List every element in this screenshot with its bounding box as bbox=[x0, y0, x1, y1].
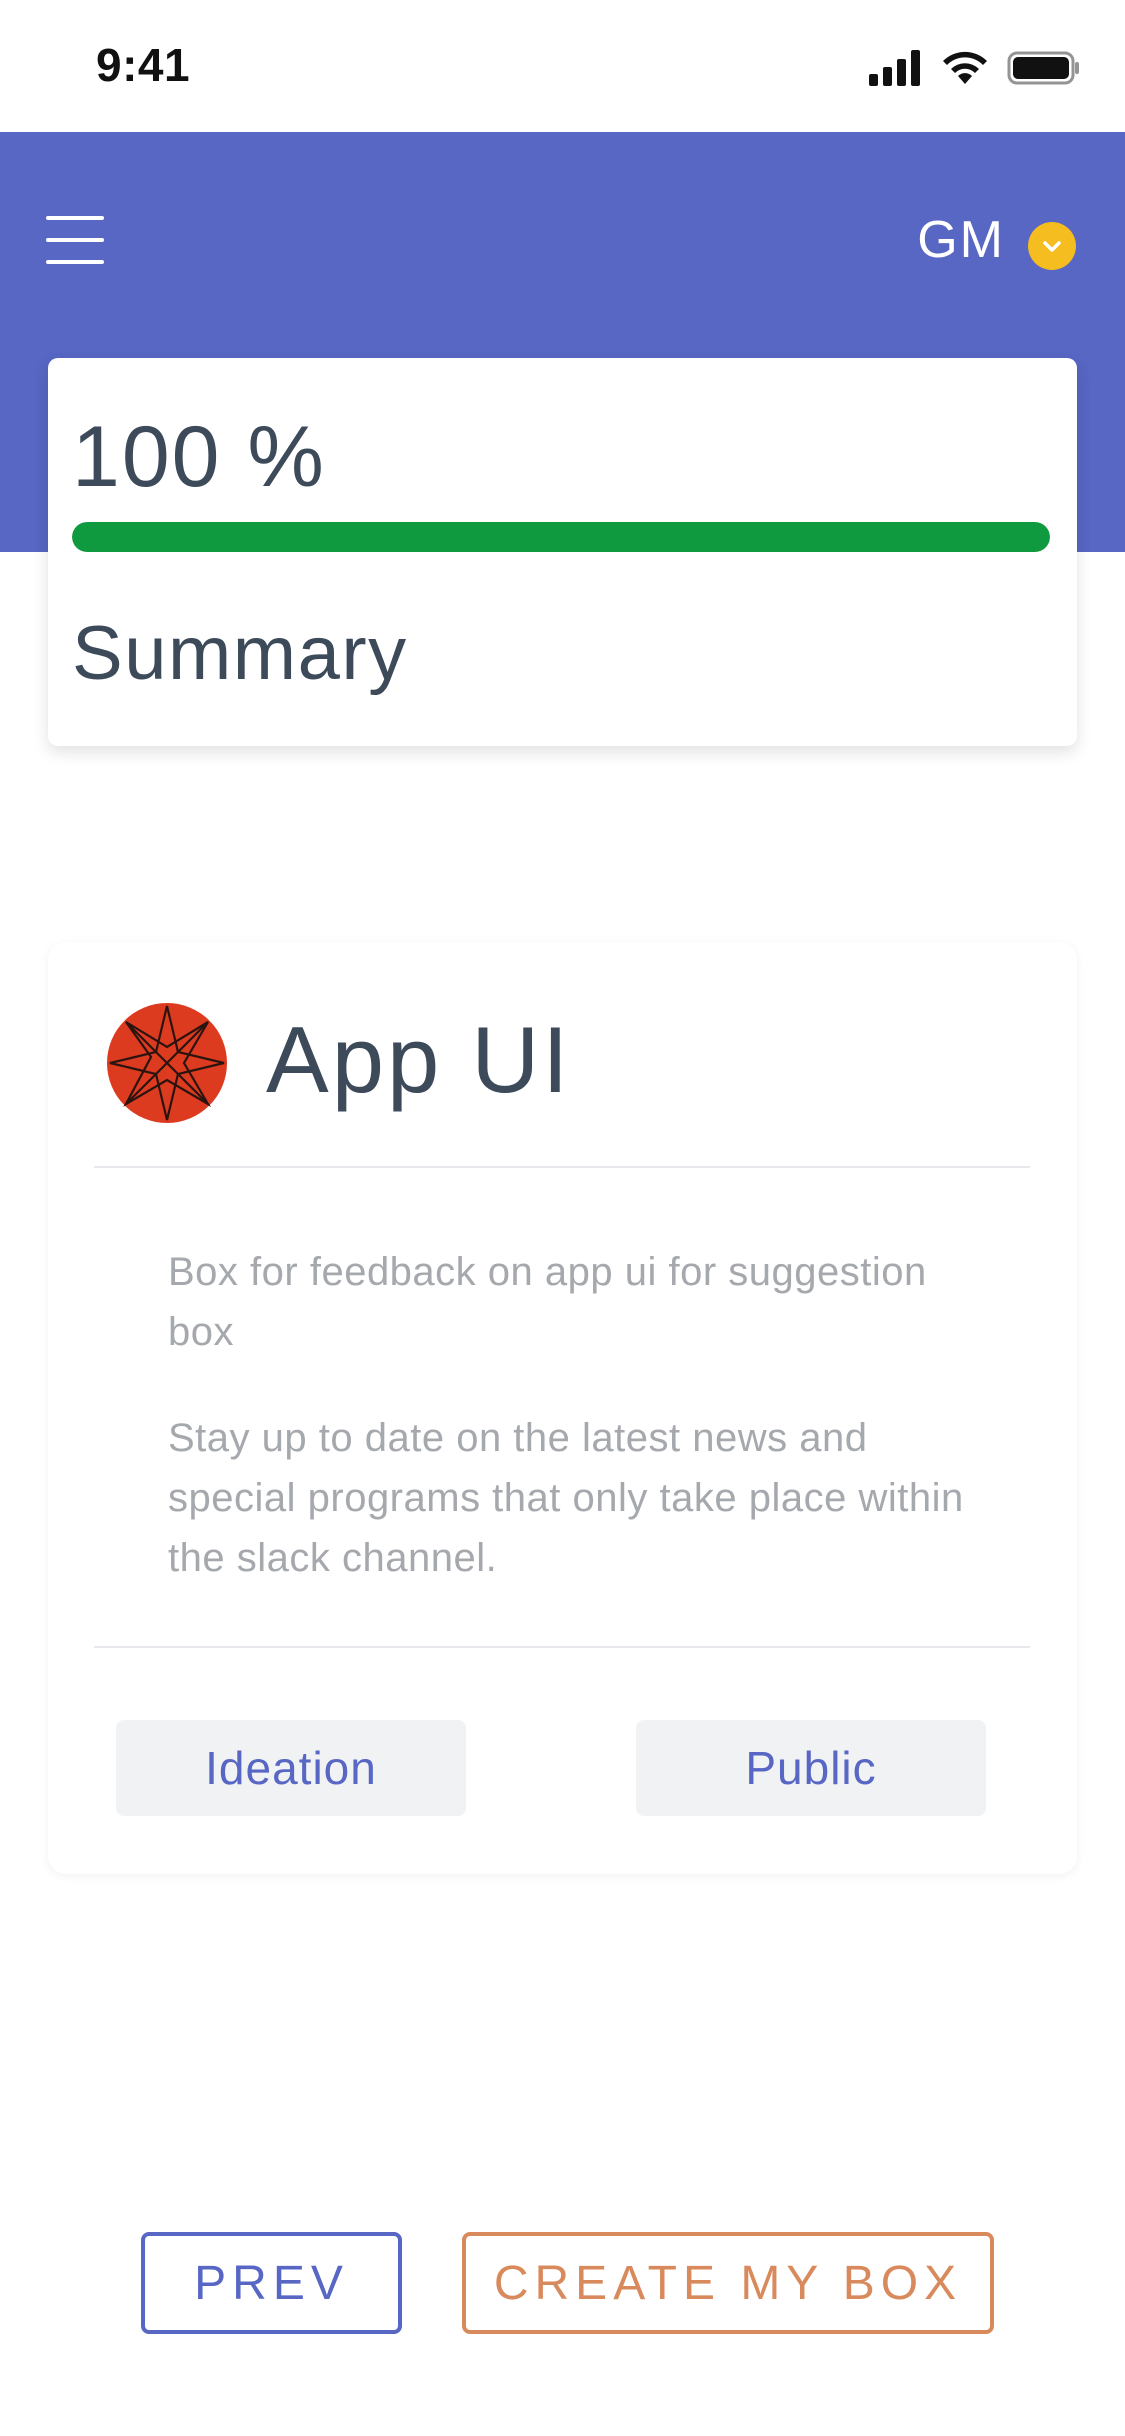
progress-bar-fill bbox=[72, 522, 1050, 552]
prev-button[interactable]: PREV bbox=[141, 2232, 402, 2334]
user-dropdown-button[interactable] bbox=[1028, 222, 1076, 270]
tag-ideation[interactable]: Ideation bbox=[116, 1720, 466, 1816]
box-details: Stay up to date on the latest news and s… bbox=[168, 1416, 964, 1580]
progress-card: 100 % Summary bbox=[48, 358, 1077, 746]
progress-bar bbox=[72, 522, 1050, 552]
chevron-down-icon bbox=[1043, 241, 1061, 252]
status-icons bbox=[869, 46, 1081, 90]
status-time: 9:41 bbox=[96, 39, 191, 91]
divider bbox=[94, 1166, 1030, 1168]
hamburger-menu-icon[interactable] bbox=[46, 214, 104, 266]
create-my-box-button[interactable]: CREATE MY BOX bbox=[462, 2232, 994, 2334]
box-card: App UI Box for feedback on app ui for su… bbox=[48, 942, 1077, 1874]
divider bbox=[94, 1646, 1030, 1648]
tag-public[interactable]: Public bbox=[636, 1720, 986, 1816]
red-starburst-avatar-icon bbox=[107, 1003, 227, 1123]
progress-percent: 100 % bbox=[72, 409, 326, 505]
battery-icon bbox=[1007, 51, 1079, 85]
box-description: Box for feedback on app ui for suggestio… bbox=[168, 1250, 927, 1354]
summary-title: Summary bbox=[72, 611, 408, 696]
status-bar: 9:41 bbox=[0, 0, 1125, 132]
screen: 9:41 GM 100 % Summary App UI Box for fee… bbox=[0, 0, 1125, 2436]
signal-icon bbox=[869, 50, 920, 86]
box-title: App UI bbox=[266, 1007, 572, 1112]
user-initials[interactable]: GM bbox=[917, 210, 1005, 270]
wifi-icon bbox=[943, 51, 987, 84]
